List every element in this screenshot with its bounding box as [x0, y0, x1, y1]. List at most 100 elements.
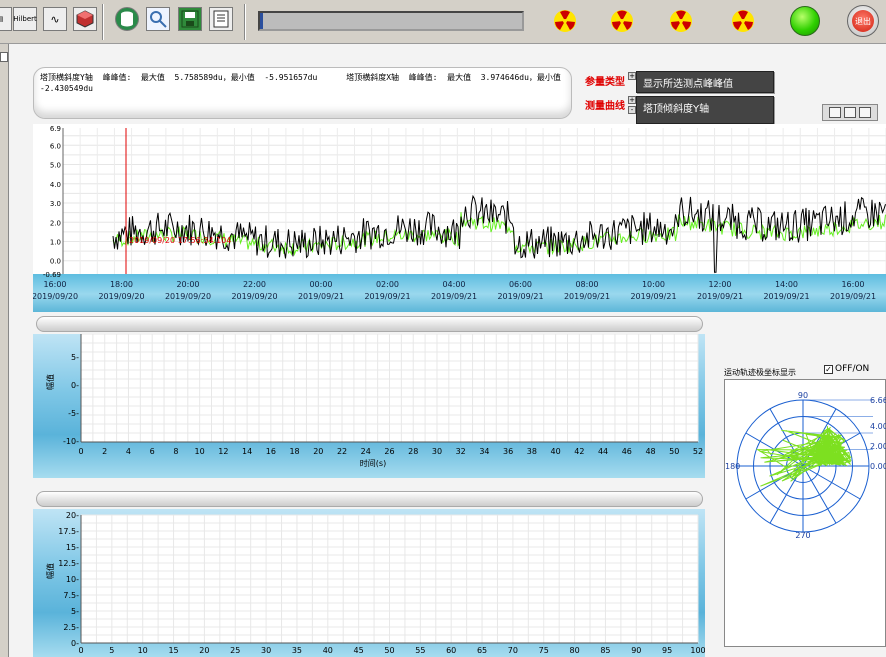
x-tick-time: 14:00 [775, 280, 798, 289]
waveform-button[interactable]: ∿ [43, 7, 67, 31]
y-tick-label: 3.0 [50, 200, 61, 208]
exit-button[interactable]: 退出 [847, 5, 879, 37]
x-tick-label: 55 [415, 646, 425, 655]
radiation-icon[interactable] [609, 8, 635, 34]
report-button[interactable] [209, 7, 233, 31]
x-tick-time: 06:00 [509, 280, 532, 289]
x-tick-date: 2019/09/20 [98, 292, 144, 301]
radiation-icon[interactable] [552, 8, 578, 34]
x-tick-label: 60 [446, 646, 456, 655]
radius-label: 6.66 [870, 396, 886, 405]
graph-tools [822, 104, 878, 121]
spectrum-chart[interactable]: 20- 17.5- 15- 12.5- 10- 7.5- 5- 2.5- 0- 0 5 10 15 20… [33, 509, 705, 657]
x-tick-label: 32 [456, 447, 466, 456]
hilbert-label: Hilbert [13, 15, 37, 23]
y-tick-label: 6.9 [50, 125, 61, 133]
waveform-chart[interactable]: 5- 0- -5- -10- 0 2 4 6 8 10 12 14 16 18 20 22 24 26 28 30 3… [33, 334, 705, 478]
y-tick-label: 5.0 [50, 162, 61, 170]
x-tick-date: 2019/09/20 [165, 292, 211, 301]
x-tick-label: 40 [323, 646, 333, 655]
x-tick-label: 90 [631, 646, 641, 655]
x-tick-time: 08:00 [575, 280, 598, 289]
polar-svg: 90 180 270 6.66 4.000 2.000 0.000 [725, 391, 886, 540]
x-tick-label: 26 [384, 447, 394, 456]
database-button[interactable] [115, 7, 139, 31]
zoom-icon[interactable] [844, 107, 856, 118]
x-tick-date: 2019/09/21 [364, 292, 410, 301]
x-tick-label: 12 [218, 447, 228, 456]
x-tick-label: 34 [479, 447, 489, 456]
list-icon-button[interactable]: ▤ [0, 7, 12, 31]
param-type-label: 参量类型 [585, 77, 625, 88]
waveform-icon: ∿ [50, 12, 60, 26]
checkbox-icon[interactable]: ✓ [824, 364, 833, 374]
x-tick-time: 18:00 [110, 280, 133, 289]
curve-select[interactable]: 塔顶倾斜度Y轴 [636, 96, 774, 124]
x-tick-time: 12:00 [708, 280, 731, 289]
polar-toggle[interactable]: ✓ OFF/ON [824, 364, 869, 374]
main-trend-chart[interactable]: 6.9 6.0 5.0 4.0 3.0 2.0 1.0 0.0 -0.69 16:00 2019/… [33, 124, 886, 312]
x-tick-time: 16:00 [841, 280, 864, 289]
polar-toggle-label: OFF/ON [835, 364, 870, 374]
angle-label-180: 180 [725, 462, 740, 471]
x-tick-time: 00:00 [309, 280, 332, 289]
save-button[interactable] [178, 7, 202, 31]
x-tick-date: 2019/09/21 [830, 292, 876, 301]
radiation-icon[interactable] [730, 8, 756, 34]
cube-button[interactable] [73, 7, 97, 31]
x-tick-label: 80 [570, 646, 580, 655]
curve-label: 测量曲线 [585, 101, 625, 112]
x-tick-label: 8 [173, 447, 178, 456]
x-tick-label: 30 [261, 646, 271, 655]
x-tick-time: 02:00 [376, 280, 399, 289]
x-tick-date: 2019/09/21 [298, 292, 344, 301]
hilbert-button[interactable]: Hilbert [13, 7, 37, 31]
left-strip-handle[interactable] [0, 52, 8, 62]
y-tick-label: 17.5- [58, 527, 79, 536]
exit-label: 退出 [852, 10, 874, 32]
param-type-increment[interactable]: + [628, 72, 636, 80]
database-icon [121, 11, 133, 27]
x-tick-date: 2019/09/21 [431, 292, 477, 301]
x-tick-time: 16:00 [43, 280, 66, 289]
radiation-icon[interactable] [668, 8, 694, 34]
x-tick-label: 35 [292, 646, 302, 655]
y-tick-label: 12.5- [58, 559, 79, 568]
x-tick-label: 95 [662, 646, 672, 655]
peak-info-box: 塔顶横斜度Y轴 峰峰值: 最大值 5.758589du，最小值 -5.95165… [33, 67, 572, 119]
y-tick-label: 10- [66, 575, 79, 584]
report-icon [213, 10, 229, 28]
x-tick-label: 48 [645, 447, 655, 456]
x-tick-label: 4 [126, 447, 131, 456]
x-tick-date: 2019/09/21 [497, 292, 543, 301]
search-icon [150, 11, 167, 28]
x-tick-date: 2019/09/21 [697, 292, 743, 301]
x-tick-label: 16 [266, 447, 276, 456]
x-tick-label: 20 [199, 646, 209, 655]
y-tick-label: 5- [71, 353, 79, 362]
x-tick-label: 0 [78, 447, 83, 456]
x-tick-date: 2019/09/20 [33, 292, 78, 301]
y-tick-label: 2.0 [50, 219, 61, 227]
spectrum-chart-svg: 20-17.5-15-12.5-10-7.5-5-2.5-0- 0 5 10 15 20… [45, 511, 705, 655]
curve-decrement[interactable]: - [628, 106, 636, 114]
angle-label-90: 90 [798, 391, 808, 400]
polar-plot[interactable]: 90 180 270 6.66 4.000 2.000 0.000 [724, 379, 886, 647]
pan-icon[interactable] [859, 107, 871, 118]
panel2-header [36, 316, 703, 332]
curve-increment[interactable]: + [628, 96, 636, 104]
x-tick-label: 52 [693, 447, 703, 456]
main-chart-svg: 6.9 6.0 5.0 4.0 3.0 2.0 1.0 0.0 -0.69 16:00 2019/… [33, 125, 886, 301]
y-tick-label: 6.0 [50, 142, 61, 150]
x-tick-label: 100 [690, 646, 705, 655]
x-tick-label: 50 [669, 447, 679, 456]
crosshair-icon[interactable] [829, 107, 841, 118]
x-tick-label: 10 [138, 646, 148, 655]
param-type-select[interactable]: 显示所选测点峰峰值 [636, 71, 774, 93]
radius-label: 4.000 [870, 422, 886, 431]
x-tick-label: 24 [361, 447, 371, 456]
angle-label-270: 270 [795, 531, 810, 540]
x-tick-label: 5 [109, 646, 114, 655]
x-tick-label: 28 [408, 447, 418, 456]
search-button[interactable] [146, 7, 170, 31]
